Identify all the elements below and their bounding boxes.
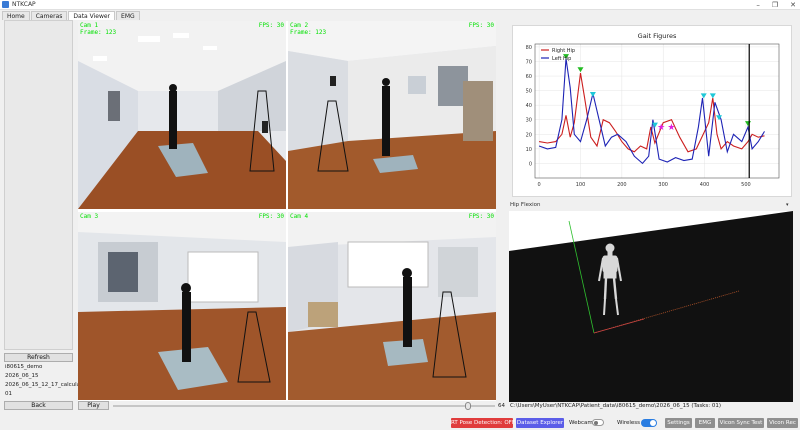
info-date: 2026_06_15 (5, 373, 39, 379)
info-calculated: 2026_06_15_12_17_calculated (5, 382, 90, 388)
tab-emg[interactable]: EMG (116, 11, 140, 20)
y-tick-label: 50 (526, 89, 532, 95)
title-bar: NTKCAP – ❐ ✕ (0, 0, 800, 10)
settings-button[interactable]: Settings (665, 418, 692, 428)
tab-home[interactable]: Home (2, 11, 30, 20)
y-tick-label: 70 (526, 59, 532, 65)
event-marker-triangle (709, 93, 716, 99)
window-title: NTKCAP (12, 1, 36, 8)
y-tick-label: 10 (526, 147, 532, 153)
event-marker-star: ★ (667, 123, 675, 133)
patient-list[interactable] (4, 20, 73, 350)
camera-fps-2: FPS: 30 (468, 22, 494, 29)
camera-fps-4: FPS: 30 (468, 213, 494, 220)
x-tick-label: 400 (700, 182, 710, 188)
x-tick-label: 500 (741, 182, 751, 188)
gait-chart-panel: Gait Figures 0 10 20 30 40 50 60 70 80 0 100 200 300 4… (512, 25, 792, 197)
maximize-icon[interactable]: ❐ (772, 1, 778, 9)
event-marker-star: ★ (657, 123, 665, 133)
y-tick-label: 30 (526, 118, 532, 124)
play-button[interactable]: Play (78, 401, 109, 410)
camera-label-2: Cam 2 Frame: 123 (290, 22, 327, 36)
emg-button[interactable]: EMG (695, 418, 715, 428)
camera-label-3: Cam 3 (80, 213, 99, 220)
plot-frame (534, 43, 780, 179)
camera-view-3: Cam 3 FPS: 30 (78, 212, 286, 400)
wireless-label: Wireless (617, 420, 641, 426)
refresh-button[interactable]: Refresh (4, 353, 73, 362)
camera-view-1: Cam 1 Frame: 123 FPS: 30 (78, 21, 286, 209)
camera-view-4: Cam 4 FPS: 30 (288, 212, 496, 400)
x-tick-label: 300 (658, 182, 668, 188)
camera-label-1: Cam 1 Frame: 123 (80, 22, 117, 36)
minimize-icon[interactable]: – (756, 1, 760, 9)
event-marker-triangle (589, 91, 596, 97)
skeleton-3d-view[interactable] (509, 211, 793, 402)
camera-grid: Cam 1 Frame: 123 FPS: 30 Cam 2 Frame: 123 … (78, 21, 496, 401)
window-controls: – ❐ ✕ (756, 0, 796, 10)
webcam-toggle[interactable] (592, 419, 604, 426)
series-line-left-hip (538, 58, 765, 165)
collapse-arrow-icon[interactable]: ▾ (786, 202, 789, 208)
tab-data-viewer[interactable]: Data Viewer (68, 11, 116, 20)
data-path: C:\Users\MyUser\NTKCAP\Patient_data\i806… (510, 403, 721, 409)
camera-fps-3: FPS: 30 (258, 213, 284, 220)
x-tick-label: 0 (538, 182, 541, 188)
wireless-toggle[interactable] (641, 419, 657, 427)
timeline-slider-handle[interactable] (465, 402, 472, 410)
camera-fps-1: FPS: 30 (258, 22, 284, 29)
vicon-sync-test-button[interactable]: Vicon Sync Test (718, 418, 764, 428)
pose-detection-button[interactable]: RT Pose Detection: OFF (451, 418, 515, 428)
y-tick-label: 40 (526, 103, 532, 109)
y-tick-label: 60 (526, 74, 532, 80)
webcam-label: Webcam (569, 420, 593, 426)
vicon-rec-button[interactable]: Vicon Rec (767, 418, 798, 428)
frame-number: 64 (498, 403, 505, 409)
camera-view-2: Cam 2 Frame: 123 FPS: 30 (288, 21, 496, 209)
timeline-slider[interactable] (113, 405, 495, 407)
back-button[interactable]: Back (4, 401, 73, 410)
dataset-explorer-button[interactable]: Dataset Explorer (516, 418, 564, 428)
event-marker-triangle (700, 93, 707, 99)
legend-label: Left Hip (552, 56, 571, 62)
event-marker-triangle (577, 67, 584, 73)
main-tabs: Home Cameras Data Viewer EMG (0, 10, 800, 20)
tab-cameras[interactable]: Cameras (30, 11, 68, 20)
x-tick-label: 100 (576, 182, 586, 188)
info-task: 01 (5, 391, 12, 397)
x-tick-label: 200 (617, 182, 627, 188)
hip-flexion-label: Hip Flexion (510, 202, 541, 208)
legend-label: Right Hip (552, 48, 575, 54)
gait-chart: Gait Figures 0 10 20 30 40 50 60 70 80 0 100 200 300 4… (526, 32, 780, 188)
y-tick-label: 20 (526, 132, 532, 138)
info-patient: i80615_demo (5, 364, 43, 370)
y-tick-label: 80 (526, 45, 532, 51)
camera-label-4: Cam 4 (290, 213, 309, 220)
y-tick-label: 0 (529, 161, 532, 167)
close-icon[interactable]: ✕ (790, 1, 796, 9)
app-logo-icon (2, 1, 9, 8)
chart-title: Gait Figures (638, 32, 677, 40)
left-panel: Refresh i80615_demo 2026_06_15 2026_06_1… (4, 20, 89, 430)
